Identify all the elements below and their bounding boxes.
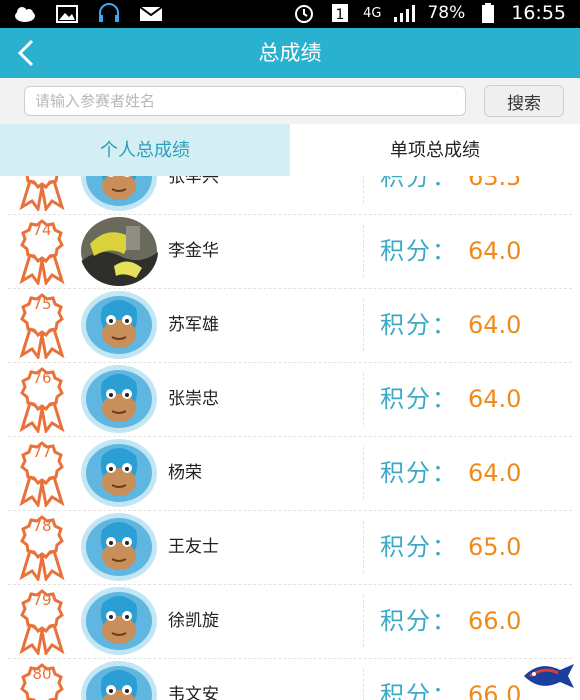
signal-icon (391, 2, 417, 24)
mail-icon (138, 3, 164, 25)
network-type: 4G (363, 5, 382, 21)
title-bar: 总成绩 (0, 28, 580, 78)
score-list: 73张举兴积分：63.574李金华积分：64.075苏军雄积分：64.076张崇… (0, 176, 580, 700)
score-value: 64.0 (468, 237, 522, 265)
search-input[interactable] (24, 86, 466, 116)
score-label: 积分： (380, 459, 458, 487)
score-label: 积分： (380, 533, 458, 561)
list-item[interactable]: 75 苏军雄 积分： 64.0 (8, 289, 572, 363)
score: 积分： 64.0 (380, 215, 521, 288)
score-label: 积分： (380, 607, 458, 635)
score: 积分： 64.0 (380, 363, 521, 436)
status-bar: 1 4G 78% 16:55 (0, 0, 580, 28)
score: 积分： 64.0 (380, 289, 521, 362)
score-label: 积分： (380, 681, 458, 700)
search-bar: 搜索 (0, 78, 580, 124)
list-item[interactable]: 77 杨荣 积分： 64.0 (8, 437, 572, 511)
divider (363, 176, 364, 203)
page-title: 总成绩 (258, 41, 322, 65)
battery-percent: 78% (427, 3, 466, 23)
participant-name: 韦文安 (168, 685, 219, 700)
gallery-icon (54, 3, 80, 25)
rank-number: 79 (32, 591, 52, 609)
avatar (80, 660, 158, 700)
alarm-icon (291, 2, 317, 24)
search-button[interactable]: 搜索 (484, 85, 564, 117)
score-value: 65.0 (468, 533, 522, 561)
rank-number: 77 (32, 443, 52, 461)
divider (363, 595, 364, 647)
rank-number: 80 (32, 665, 52, 683)
participant-name: 杨荣 (168, 463, 202, 483)
watermark-logo (520, 656, 578, 696)
tab-event-total[interactable]: 单项总成绩 (290, 124, 580, 176)
avatar (80, 364, 158, 434)
score: 积分： 66.0 (380, 659, 521, 700)
score-value: 64.0 (468, 311, 522, 339)
participant-name: 徐凯旋 (168, 611, 219, 631)
score: 积分： 63.5 (380, 176, 521, 214)
divider (363, 447, 364, 499)
score: 积分： 65.0 (380, 511, 521, 584)
divider (363, 521, 364, 573)
divider (363, 373, 364, 425)
avatar (80, 216, 158, 286)
avatar (80, 586, 158, 656)
score-value: 66.0 (468, 607, 522, 635)
score-value: 66.0 (468, 681, 522, 700)
list-item[interactable]: 78 王友士 积分： 65.0 (8, 511, 572, 585)
avatar (80, 438, 158, 508)
avatar (80, 512, 158, 582)
list-item[interactable]: 73张举兴积分：63.5 (8, 176, 572, 215)
clock: 16:55 (511, 2, 566, 24)
divider (363, 299, 364, 351)
score: 积分： 66.0 (380, 585, 521, 658)
tab-personal-total[interactable]: 个人总成绩 (0, 124, 290, 176)
score-value: 64.0 (468, 459, 522, 487)
score-value: 64.0 (468, 385, 522, 413)
battery-icon (475, 2, 501, 24)
list-item[interactable]: 80 韦文安 积分： 66.0 (8, 659, 572, 700)
avatar (80, 290, 158, 360)
headset-icon (96, 3, 122, 25)
avatar (80, 176, 158, 212)
score-label: 积分： (380, 385, 458, 413)
rank-ribbon-icon (16, 176, 68, 213)
tab-bar: 个人总成绩 单项总成绩 (0, 124, 580, 176)
participant-name: 张崇忠 (168, 389, 219, 409)
participant-name: 苏军雄 (168, 315, 219, 335)
list-item[interactable]: 76 张崇忠 积分： 64.0 (8, 363, 572, 437)
score-label: 积分： (380, 237, 458, 265)
rank-number: 75 (32, 295, 52, 313)
list-item[interactable]: 74 李金华 积分： 64.0 (8, 215, 572, 289)
rank-number: 78 (32, 517, 52, 535)
score-label: 积分： (380, 176, 458, 191)
list-item[interactable]: 79 徐凯旋 积分： 66.0 (8, 585, 572, 659)
participant-name: 张举兴 (168, 176, 219, 187)
divider (363, 669, 364, 700)
rank-number: 74 (32, 221, 52, 239)
rank-number: 76 (32, 369, 52, 387)
score-label: 积分： (380, 311, 458, 339)
weather-icon (12, 3, 38, 25)
svg-text:1: 1 (336, 7, 345, 23)
sim-icon: 1 (327, 2, 353, 24)
divider (363, 225, 364, 277)
participant-name: 李金华 (168, 241, 219, 261)
score-value: 63.5 (468, 176, 522, 191)
score: 积分： 64.0 (380, 437, 521, 510)
participant-name: 王友士 (168, 537, 219, 557)
